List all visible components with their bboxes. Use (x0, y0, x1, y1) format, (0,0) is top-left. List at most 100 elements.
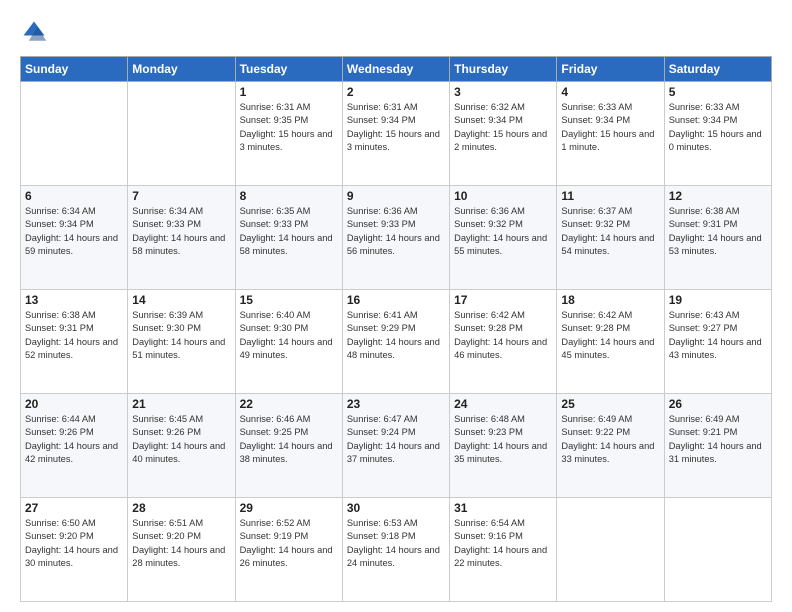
calendar-cell: 23Sunrise: 6:47 AMSunset: 9:24 PMDayligh… (342, 394, 449, 498)
weekday-header-saturday: Saturday (664, 57, 771, 82)
calendar-cell: 13 Sunrise: 6:38 AMSunset: 9:31 PMDayligh… (21, 290, 128, 394)
weekday-header-row: SundayMondayTuesdayWednesdayThursdayFrid… (21, 57, 772, 82)
calendar-cell: 29 Sunrise: 6:52 AMSunset: 9:19 PMDayligh… (235, 498, 342, 602)
calendar-cell: 16 Sunrise: 6:41 AMSunset: 9:29 PMDayligh… (342, 290, 449, 394)
day-number: 12 (669, 189, 767, 203)
day-info: Sunrise: 6:34 AMSunset: 9:33 PMDaylight:… (132, 205, 230, 259)
day-info: Sunrise: 6:47 AMSunset: 9:24 PMDaylight:… (347, 413, 445, 467)
calendar-cell: 4 Sunrise: 6:33 AMSunset: 9:34 PMDaylight… (557, 82, 664, 186)
day-number: 14 (132, 293, 230, 307)
calendar-cell: 1Sunrise: 6:31 AMSunset: 9:35 PMDaylight… (235, 82, 342, 186)
day-number: 30 (347, 501, 445, 515)
day-number: 17 (454, 293, 552, 307)
week-row-4: 20Sunrise: 6:44 AMSunset: 9:26 PMDayligh… (21, 394, 772, 498)
calendar-cell: 22Sunrise: 6:46 AMSunset: 9:25 PMDayligh… (235, 394, 342, 498)
day-info: Sunrise: 6:42 AMSunset: 9:28 PMDaylight:… (454, 309, 552, 363)
day-number: 16 (347, 293, 445, 307)
day-info: Sunrise: 6:36 AMSunset: 9:32 PMDaylight:… (454, 205, 552, 259)
calendar-cell: 15Sunrise: 6:40 AMSunset: 9:30 PMDayligh… (235, 290, 342, 394)
calendar-cell: 9 Sunrise: 6:36 AMSunset: 9:33 PMDaylight… (342, 186, 449, 290)
calendar-cell: 17 Sunrise: 6:42 AMSunset: 9:28 PMDayligh… (450, 290, 557, 394)
day-info: Sunrise: 6:52 AMSunset: 9:19 PMDaylight:… (240, 517, 338, 571)
day-info: Sunrise: 6:35 AMSunset: 9:33 PMDaylight:… (240, 205, 338, 259)
week-row-5: 27 Sunrise: 6:50 AMSunset: 9:20 PMDayligh… (21, 498, 772, 602)
day-info: Sunrise: 6:37 AMSunset: 9:32 PMDaylight:… (561, 205, 659, 259)
day-number: 29 (240, 501, 338, 515)
calendar-cell (664, 498, 771, 602)
day-info: Sunrise: 6:38 AMSunset: 9:31 PMDaylight:… (25, 309, 123, 363)
calendar-cell: 26 Sunrise: 6:49 AMSunset: 9:21 PMDayligh… (664, 394, 771, 498)
day-number: 18 (561, 293, 659, 307)
day-info: Sunrise: 6:51 AMSunset: 9:20 PMDaylight:… (132, 517, 230, 571)
day-number: 21 (132, 397, 230, 411)
week-row-1: 1Sunrise: 6:31 AMSunset: 9:35 PMDaylight… (21, 82, 772, 186)
day-number: 8 (240, 189, 338, 203)
day-info: Sunrise: 6:53 AMSunset: 9:18 PMDaylight:… (347, 517, 445, 571)
day-info: Sunrise: 6:49 AMSunset: 9:22 PMDaylight:… (561, 413, 659, 467)
day-number: 13 (25, 293, 123, 307)
calendar-page: SundayMondayTuesdayWednesdayThursdayFrid… (0, 0, 792, 612)
day-number: 9 (347, 189, 445, 203)
weekday-header-wednesday: Wednesday (342, 57, 449, 82)
day-number: 19 (669, 293, 767, 307)
calendar-cell: 20Sunrise: 6:44 AMSunset: 9:26 PMDayligh… (21, 394, 128, 498)
weekday-header-sunday: Sunday (21, 57, 128, 82)
calendar-cell: 14 Sunrise: 6:39 AMSunset: 9:30 PMDayligh… (128, 290, 235, 394)
calendar-cell: 3Sunrise: 6:32 AMSunset: 9:34 PMDaylight… (450, 82, 557, 186)
weekday-header-friday: Friday (557, 57, 664, 82)
day-info: Sunrise: 6:46 AMSunset: 9:25 PMDaylight:… (240, 413, 338, 467)
weekday-header-thursday: Thursday (450, 57, 557, 82)
day-number: 11 (561, 189, 659, 203)
calendar-cell: 2 Sunrise: 6:31 AMSunset: 9:34 PMDaylight… (342, 82, 449, 186)
day-info: Sunrise: 6:31 AMSunset: 9:35 PMDaylight:… (240, 101, 338, 155)
day-info: Sunrise: 6:54 AMSunset: 9:16 PMDaylight:… (454, 517, 552, 571)
calendar-cell: 25 Sunrise: 6:49 AMSunset: 9:22 PMDayligh… (557, 394, 664, 498)
day-number: 20 (25, 397, 123, 411)
day-number: 27 (25, 501, 123, 515)
calendar-cell: 8 Sunrise: 6:35 AMSunset: 9:33 PMDaylight… (235, 186, 342, 290)
header (20, 18, 772, 46)
day-number: 25 (561, 397, 659, 411)
calendar-cell: 5Sunrise: 6:33 AMSunset: 9:34 PMDaylight… (664, 82, 771, 186)
day-number: 26 (669, 397, 767, 411)
calendar-cell: 24Sunrise: 6:48 AMSunset: 9:23 PMDayligh… (450, 394, 557, 498)
day-number: 2 (347, 85, 445, 99)
day-info: Sunrise: 6:42 AMSunset: 9:28 PMDaylight:… (561, 309, 659, 363)
weekday-header-monday: Monday (128, 57, 235, 82)
day-info: Sunrise: 6:31 AMSunset: 9:34 PMDaylight:… (347, 101, 445, 155)
calendar-cell: 19 Sunrise: 6:43 AMSunset: 9:27 PMDayligh… (664, 290, 771, 394)
calendar-table: SundayMondayTuesdayWednesdayThursdayFrid… (20, 56, 772, 602)
day-info: Sunrise: 6:41 AMSunset: 9:29 PMDaylight:… (347, 309, 445, 363)
day-number: 10 (454, 189, 552, 203)
calendar-cell: 28 Sunrise: 6:51 AMSunset: 9:20 PMDayligh… (128, 498, 235, 602)
calendar-cell (128, 82, 235, 186)
day-number: 4 (561, 85, 659, 99)
day-info: Sunrise: 6:40 AMSunset: 9:30 PMDaylight:… (240, 309, 338, 363)
day-number: 7 (132, 189, 230, 203)
day-info: Sunrise: 6:39 AMSunset: 9:30 PMDaylight:… (132, 309, 230, 363)
week-row-2: 6Sunrise: 6:34 AMSunset: 9:34 PMDaylight… (21, 186, 772, 290)
calendar-cell: 21 Sunrise: 6:45 AMSunset: 9:26 PMDayligh… (128, 394, 235, 498)
day-info: Sunrise: 6:49 AMSunset: 9:21 PMDaylight:… (669, 413, 767, 467)
day-info: Sunrise: 6:33 AMSunset: 9:34 PMDaylight:… (669, 101, 767, 155)
logo-icon (20, 18, 48, 46)
calendar-cell: 18 Sunrise: 6:42 AMSunset: 9:28 PMDayligh… (557, 290, 664, 394)
day-number: 28 (132, 501, 230, 515)
day-info: Sunrise: 6:45 AMSunset: 9:26 PMDaylight:… (132, 413, 230, 467)
calendar-cell: 6Sunrise: 6:34 AMSunset: 9:34 PMDaylight… (21, 186, 128, 290)
calendar-cell (21, 82, 128, 186)
day-info: Sunrise: 6:32 AMSunset: 9:34 PMDaylight:… (454, 101, 552, 155)
calendar-cell: 11 Sunrise: 6:37 AMSunset: 9:32 PMDayligh… (557, 186, 664, 290)
day-info: Sunrise: 6:36 AMSunset: 9:33 PMDaylight:… (347, 205, 445, 259)
day-info: Sunrise: 6:50 AMSunset: 9:20 PMDaylight:… (25, 517, 123, 571)
day-number: 31 (454, 501, 552, 515)
day-info: Sunrise: 6:33 AMSunset: 9:34 PMDaylight:… (561, 101, 659, 155)
day-number: 24 (454, 397, 552, 411)
day-info: Sunrise: 6:43 AMSunset: 9:27 PMDaylight:… (669, 309, 767, 363)
logo (20, 18, 52, 46)
calendar-cell (557, 498, 664, 602)
day-info: Sunrise: 6:34 AMSunset: 9:34 PMDaylight:… (25, 205, 123, 259)
calendar-cell: 12Sunrise: 6:38 AMSunset: 9:31 PMDayligh… (664, 186, 771, 290)
calendar-cell: 27 Sunrise: 6:50 AMSunset: 9:20 PMDayligh… (21, 498, 128, 602)
calendar-cell: 31 Sunrise: 6:54 AMSunset: 9:16 PMDayligh… (450, 498, 557, 602)
